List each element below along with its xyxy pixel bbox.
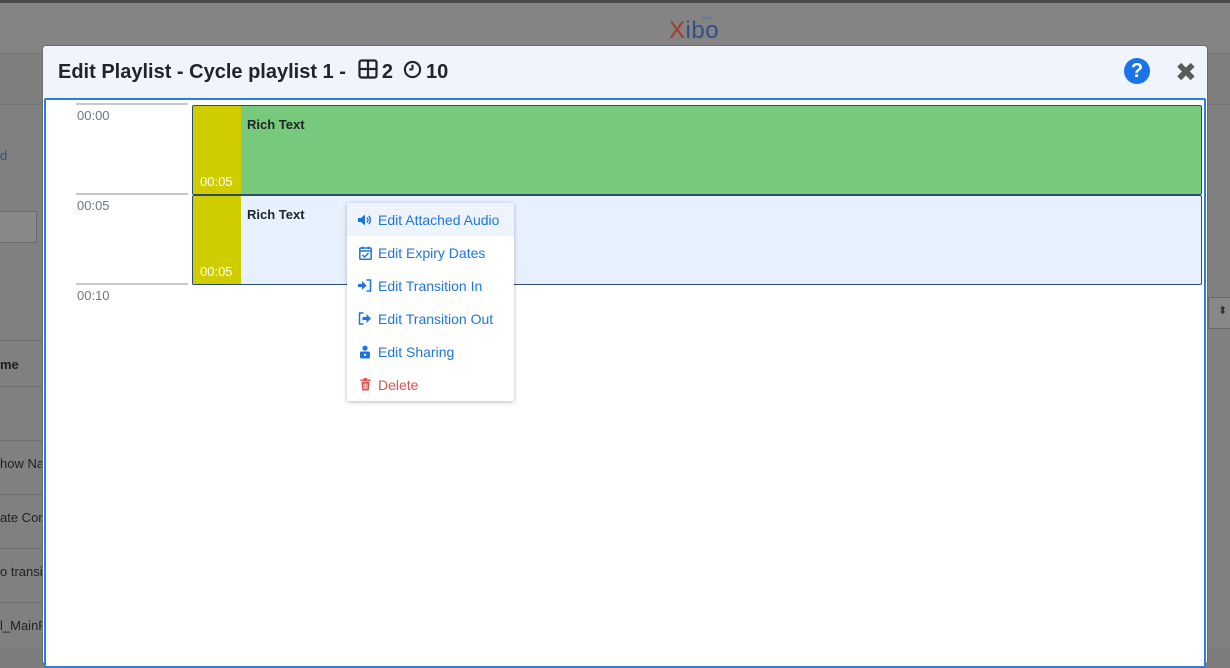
timeline-widget[interactable]: 00:05 Rich Text: [192, 105, 1202, 195]
time-divider: [76, 193, 188, 195]
clock-icon: [403, 60, 422, 85]
close-icon[interactable]: ✖: [1175, 58, 1197, 86]
menu-edit-expiry-dates[interactable]: Edit Expiry Dates: [347, 236, 514, 269]
calendar-check-icon: [358, 246, 372, 260]
bg-row-text: l_MainP: [0, 618, 47, 633]
time-divider: [76, 103, 188, 105]
menu-edit-attached-audio[interactable]: Edit Attached Audio: [347, 203, 514, 236]
menu-item-label: Edit Transition In: [378, 277, 483, 294]
sign-out-icon: [358, 312, 372, 326]
sort-icon: ⬍: [1218, 305, 1228, 317]
time-label: 00:00: [77, 108, 110, 123]
widget-context-menu: Edit Attached Audio Edit Expiry Dates Ed…: [347, 203, 514, 401]
bg-filter-input: [0, 211, 37, 243]
playlist-timeline: 00:00 00:05 00:10 00:05 Rich Text 00:05 …: [44, 98, 1206, 668]
widgets-grid-icon: [358, 59, 378, 85]
modal-title-text: Edit Playlist - Cycle playlist 1 -: [58, 60, 346, 83]
trash-icon: [358, 378, 372, 392]
menu-item-label: Delete: [378, 376, 419, 393]
user-lock-icon: [358, 345, 372, 359]
bg-row-text: o transi: [0, 564, 43, 579]
widget-name: Rich Text: [247, 207, 305, 222]
menu-item-label: Edit Sharing: [378, 343, 455, 360]
timeline-widget-selected[interactable]: 00:05 Rich Text: [192, 195, 1202, 285]
menu-edit-sharing[interactable]: Edit Sharing: [347, 335, 514, 368]
sign-in-icon: [358, 279, 372, 293]
menu-item-label: Edit Transition Out: [378, 310, 494, 327]
volume-icon: [358, 213, 372, 227]
menu-edit-transition-out[interactable]: Edit Transition Out: [347, 302, 514, 335]
widget-duration: 00:05: [200, 174, 233, 189]
modal-header: Edit Playlist - Cycle playlist 1 - 2 10 …: [43, 46, 1207, 98]
widget-duration-block: 00:05: [193, 106, 241, 194]
bg-link-fragment: d: [0, 148, 8, 163]
menu-item-label: Edit Attached Audio: [378, 211, 500, 228]
menu-delete[interactable]: Delete: [347, 368, 514, 401]
bg-column-header-name: me: [0, 357, 19, 372]
widget-duration: 00:05: [200, 264, 233, 279]
edit-playlist-modal: Edit Playlist - Cycle playlist 1 - 2 10 …: [42, 45, 1208, 668]
bg-row-text: how Na: [0, 456, 45, 471]
widget-count: 2: [381, 60, 394, 83]
menu-item-label: Edit Expiry Dates: [378, 244, 486, 261]
menu-edit-transition-in[interactable]: Edit Transition In: [347, 269, 514, 302]
bg-row-text: ate Con: [0, 510, 46, 525]
time-label: 00:05: [77, 198, 110, 213]
widget-name: Rich Text: [247, 117, 305, 132]
total-duration: 10: [426, 60, 449, 83]
time-divider: [76, 283, 188, 285]
widget-duration-block: 00:05: [193, 196, 241, 284]
time-label: 00:10: [77, 288, 110, 303]
logo-bubbles-icon: °°°: [702, 15, 713, 25]
help-icon[interactable]: ?: [1124, 58, 1150, 84]
modal-title: Edit Playlist - Cycle playlist 1 - 2 10: [58, 59, 448, 85]
